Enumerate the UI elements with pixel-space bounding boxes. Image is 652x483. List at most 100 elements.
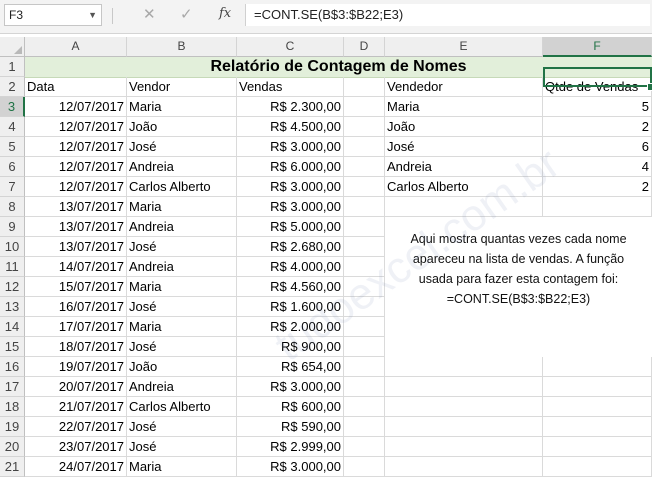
header-data[interactable]: Data xyxy=(25,77,127,97)
row-header[interactable]: 5 xyxy=(0,137,25,157)
name-box-dropdown-icon[interactable]: ▼ xyxy=(88,5,97,25)
cell-qtde[interactable]: 2 xyxy=(543,177,652,197)
cell-data[interactable]: 12/07/2017 xyxy=(25,137,127,157)
cell-empty-e[interactable] xyxy=(385,437,543,457)
cell-empty-d[interactable] xyxy=(344,357,385,377)
cell-empty-d[interactable] xyxy=(344,197,385,217)
cell-empty-d[interactable] xyxy=(344,377,385,397)
cell-vendas[interactable]: R$ 2.000,00 xyxy=(237,317,344,337)
cell-empty-e[interactable] xyxy=(385,357,543,377)
cell-empty-d[interactable] xyxy=(344,97,385,117)
cell-vendor[interactable]: Maria xyxy=(127,97,237,117)
cell-vendas[interactable]: R$ 4.500,00 xyxy=(237,117,344,137)
cell-vendor[interactable]: José xyxy=(127,297,237,317)
cell-vendor[interactable]: José xyxy=(127,237,237,257)
cell-vendas[interactable]: R$ 1.600,00 xyxy=(237,297,344,317)
cell-empty-f[interactable] xyxy=(543,197,652,217)
cell-vendor[interactable]: João xyxy=(127,117,237,137)
cell-data[interactable]: 13/07/2017 xyxy=(25,237,127,257)
cell-vendas[interactable]: R$ 4.000,00 xyxy=(237,257,344,277)
cell-vendor[interactable]: Maria xyxy=(127,457,237,477)
column-header-e[interactable]: E xyxy=(385,37,543,57)
cell-vendas[interactable]: R$ 3.000,00 xyxy=(237,457,344,477)
row-header[interactable]: 21 xyxy=(0,457,25,477)
row-header[interactable]: 20 xyxy=(0,437,25,457)
cell-empty-d[interactable] xyxy=(344,297,385,317)
header-vendor[interactable]: Vendor xyxy=(127,77,237,97)
cell-empty-f[interactable] xyxy=(543,397,652,417)
cell-empty-d[interactable] xyxy=(344,337,385,357)
cell-vendor[interactable]: Andreia xyxy=(127,217,237,237)
row-header[interactable]: 19 xyxy=(0,417,25,437)
cell-data[interactable]: 13/07/2017 xyxy=(25,217,127,237)
column-header-a[interactable]: A xyxy=(25,37,127,57)
column-header-b[interactable]: B xyxy=(127,37,237,57)
column-header-f[interactable]: F xyxy=(543,37,652,57)
cell-vendas[interactable]: R$ 3.000,00 xyxy=(237,137,344,157)
cell-qtde[interactable]: 4 xyxy=(543,157,652,177)
cell-empty-d[interactable] xyxy=(344,217,385,237)
header-vendas[interactable]: Vendas xyxy=(237,77,344,97)
cell-vendas[interactable]: R$ 2.300,00 xyxy=(237,97,344,117)
cell-data[interactable]: 22/07/2017 xyxy=(25,417,127,437)
cell-empty-f[interactable] xyxy=(543,417,652,437)
cell-qtde[interactable]: 2 xyxy=(543,117,652,137)
cell-data[interactable]: 17/07/2017 xyxy=(25,317,127,337)
column-header-d[interactable]: D xyxy=(344,37,385,57)
row-header[interactable]: 14 xyxy=(0,317,25,337)
cell-data[interactable]: 21/07/2017 xyxy=(25,397,127,417)
cell-vendas[interactable]: R$ 600,00 xyxy=(237,397,344,417)
cell-data[interactable]: 12/07/2017 xyxy=(25,157,127,177)
row-header[interactable]: 9 xyxy=(0,217,25,237)
cell-empty-e[interactable] xyxy=(385,197,543,217)
cell-vendor[interactable]: Andreia xyxy=(127,257,237,277)
cell-empty-e[interactable] xyxy=(385,377,543,397)
row-header[interactable]: 1 xyxy=(0,57,25,77)
cell-vendor[interactable]: José xyxy=(127,137,237,157)
cell-vendor[interactable]: Maria xyxy=(127,277,237,297)
cell-empty-f[interactable] xyxy=(543,437,652,457)
cell-data[interactable]: 15/07/2017 xyxy=(25,277,127,297)
enter-check-icon[interactable]: ✓ xyxy=(180,5,193,23)
cell-data[interactable]: 13/07/2017 xyxy=(25,197,127,217)
cell-empty-d[interactable] xyxy=(344,137,385,157)
cell-empty-d[interactable] xyxy=(344,457,385,477)
row-header[interactable]: 11 xyxy=(0,257,25,277)
cell-vendas[interactable]: R$ 900,00 xyxy=(237,337,344,357)
row-header[interactable]: 6 xyxy=(0,157,25,177)
cell-vendor[interactable]: João xyxy=(127,357,237,377)
cell-qtde[interactable]: 5 xyxy=(543,97,652,117)
cell-vendas[interactable]: R$ 2.680,00 xyxy=(237,237,344,257)
cell-vendor[interactable]: Carlos Alberto xyxy=(127,177,237,197)
row-header[interactable]: 15 xyxy=(0,337,25,357)
cell-vendas[interactable]: R$ 590,00 xyxy=(237,417,344,437)
row-header[interactable]: 17 xyxy=(0,377,25,397)
cell-data[interactable]: 23/07/2017 xyxy=(25,437,127,457)
column-header-c[interactable]: C xyxy=(237,37,344,57)
cell-empty-d[interactable] xyxy=(344,77,385,97)
row-header[interactable]: 12 xyxy=(0,277,25,297)
cell-vendor[interactable]: José xyxy=(127,417,237,437)
cell-vendas[interactable]: R$ 3.000,00 xyxy=(237,377,344,397)
row-header[interactable]: 3 xyxy=(0,97,25,117)
row-header[interactable]: 7 xyxy=(0,177,25,197)
row-header[interactable]: 16 xyxy=(0,357,25,377)
cell-empty-d[interactable] xyxy=(344,437,385,457)
cell-vendas[interactable]: R$ 5.000,00 xyxy=(237,217,344,237)
cell-data[interactable]: 18/07/2017 xyxy=(25,337,127,357)
cell-vendas[interactable]: R$ 2.999,00 xyxy=(237,437,344,457)
cell-empty-e[interactable] xyxy=(385,417,543,437)
cell-empty-d[interactable] xyxy=(344,417,385,437)
cell-data[interactable]: 14/07/2017 xyxy=(25,257,127,277)
cell-vendedor[interactable]: João xyxy=(385,117,543,137)
row-header[interactable]: 13 xyxy=(0,297,25,317)
row-header[interactable]: 18 xyxy=(0,397,25,417)
cell-data[interactable]: 16/07/2017 xyxy=(25,297,127,317)
cell-empty-d[interactable] xyxy=(344,397,385,417)
cell-vendor[interactable]: Andreia xyxy=(127,377,237,397)
cell-vendedor[interactable]: Carlos Alberto xyxy=(385,177,543,197)
cell-empty-d[interactable] xyxy=(344,157,385,177)
cell-empty-f[interactable] xyxy=(543,457,652,477)
cell-data[interactable]: 24/07/2017 xyxy=(25,457,127,477)
cell-empty-d[interactable] xyxy=(344,117,385,137)
